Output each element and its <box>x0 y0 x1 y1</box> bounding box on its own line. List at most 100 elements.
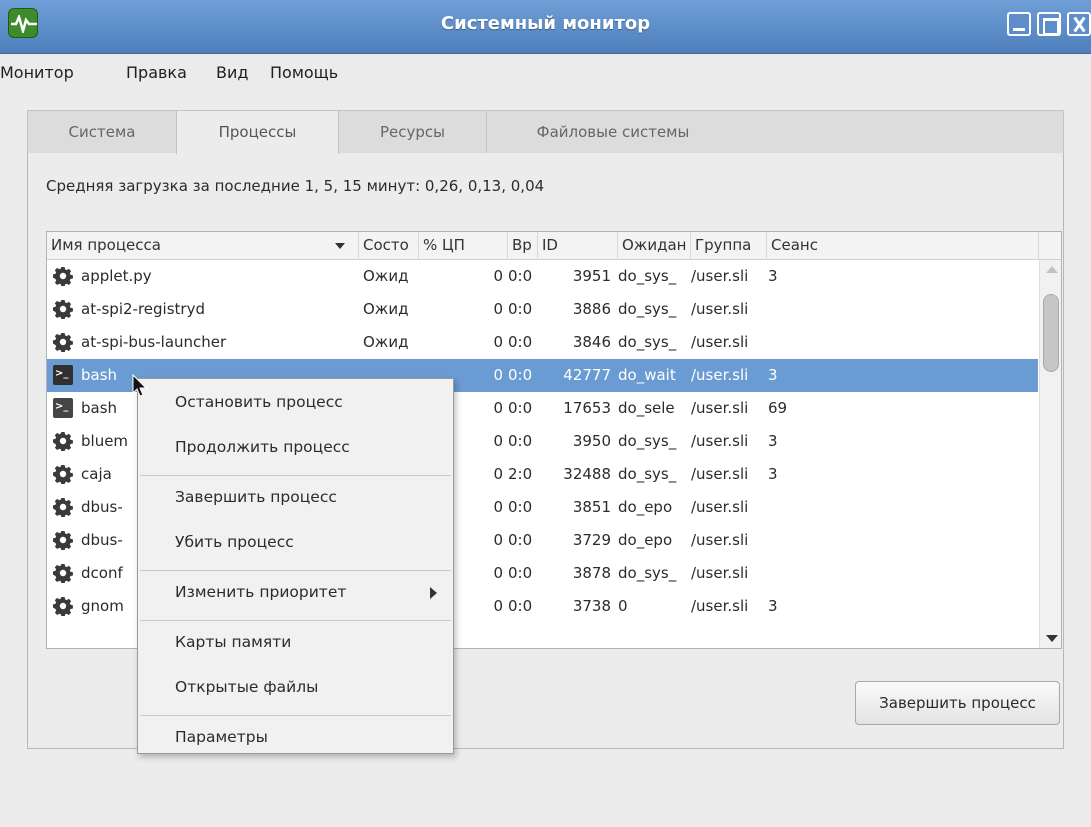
column-name-label: Имя процесса <box>51 236 161 254</box>
cell-time: 0:0 <box>508 333 533 351</box>
context-menu-item[interactable]: Карты памяти <box>138 623 453 663</box>
context-menu-item-label: Продолжить процесс <box>175 438 350 456</box>
cell-pid: 3950 <box>572 432 611 450</box>
cell-pid: 32488 <box>563 465 611 483</box>
gear-icon <box>53 464 73 485</box>
context-menu-item[interactable]: Продолжить процесс <box>138 428 453 468</box>
cell-session: 3 <box>768 366 778 384</box>
cell-group: /user.sli <box>691 267 749 285</box>
sort-down-icon <box>335 243 345 249</box>
gear-icon <box>53 596 73 617</box>
cell-time: 0:0 <box>508 267 533 285</box>
cell-pid: 3738 <box>572 597 611 615</box>
column-header-group[interactable]: Группа <box>691 232 767 260</box>
cell-pid: 3951 <box>572 267 611 285</box>
cell-state: Ожид <box>363 333 409 351</box>
terminal-icon: >_ <box>53 398 73 418</box>
column-header-name[interactable]: Имя процесса <box>47 232 359 260</box>
menu-bar: Монитор Правка Вид Помощь <box>0 54 1091 92</box>
context-menu-item[interactable]: Изменить приоритет <box>138 573 453 613</box>
gear-icon <box>53 497 73 518</box>
cell-session: 3 <box>768 465 778 483</box>
cell-group: /user.sli <box>691 399 749 417</box>
context-menu-item[interactable]: Убить процесс <box>138 523 453 563</box>
title-bar[interactable]: Системный монитор <box>0 0 1091 54</box>
load-average-label: Средняя загрузка за последние 1, 5, 15 м… <box>46 177 545 195</box>
column-header-session[interactable]: Сеанс <box>767 232 1039 260</box>
mouse-cursor-icon <box>132 374 148 397</box>
maximize-icon[interactable] <box>1037 12 1061 36</box>
cell-cpu: 0 <box>493 300 503 318</box>
table-row[interactable]: at-spi2-registryd Ожид 0 0:0 3886 do_sys_ /use… <box>47 293 1038 326</box>
close-icon[interactable] <box>1067 12 1091 36</box>
context-menu-item[interactable]: Параметры <box>138 718 453 758</box>
cell-wait: do_sys_ <box>618 465 677 483</box>
end-process-button[interactable]: Завершить процесс <box>855 681 1060 725</box>
cell-time: 0:0 <box>508 366 533 384</box>
cell-session: 69 <box>768 399 788 417</box>
table-row[interactable]: at-spi-bus-launcher Ожид 0 0:0 3846 do_sys_ /u… <box>47 326 1038 359</box>
window-title: Системный монитор <box>440 13 651 34</box>
scroll-up-icon[interactable] <box>1046 266 1058 273</box>
tab-system[interactable]: Система <box>27 110 177 153</box>
context-menu-item-label: Изменить приоритет <box>175 583 347 601</box>
cell-wait: do_sele <box>618 399 675 417</box>
cell-name: at-spi2-registryd <box>81 300 205 318</box>
cell-time: 0:0 <box>508 498 533 516</box>
menu-edit[interactable]: Правка <box>126 63 187 82</box>
column-header-cpu[interactable]: % ЦП <box>419 232 508 260</box>
cell-name: applet.py <box>81 267 152 285</box>
cell-wait: do_wait <box>618 366 676 384</box>
tab-processes[interactable]: Процессы <box>176 110 339 154</box>
context-menu-item[interactable]: Остановить процесс <box>138 383 453 423</box>
context-menu-item-label: Убить процесс <box>175 533 294 551</box>
cell-wait: do_sys_ <box>618 267 677 285</box>
menu-separator <box>140 715 451 716</box>
scrollbar-thumb[interactable] <box>1043 294 1059 372</box>
column-header-state[interactable]: Состо <box>359 232 419 260</box>
context-menu-item-label: Карты памяти <box>175 633 292 651</box>
table-row[interactable]: applet.py Ожид 0 0:0 3951 do_sys_ /user.sli 3 <box>47 260 1038 293</box>
tab-resources[interactable]: Ресурсы <box>338 110 487 153</box>
scroll-down-icon[interactable] <box>1046 635 1058 642</box>
context-menu-item-label: Остановить процесс <box>175 393 343 411</box>
context-menu-item[interactable]: Завершить процесс <box>138 478 453 518</box>
cell-session: 3 <box>768 597 778 615</box>
menu-help[interactable]: Помощь <box>270 63 338 82</box>
cell-name: at-spi-bus-launcher <box>81 333 227 351</box>
vertical-scrollbar[interactable] <box>1039 260 1061 648</box>
cell-cpu: 0 <box>493 333 503 351</box>
submenu-arrow-icon <box>430 587 437 599</box>
cell-group: /user.sli <box>691 597 749 615</box>
gear-icon <box>53 332 73 353</box>
cell-pid: 3886 <box>572 300 611 318</box>
menu-separator <box>140 570 451 571</box>
cell-pid: 42777 <box>563 366 611 384</box>
tab-filesystems[interactable]: Файловые системы <box>486 110 740 153</box>
menu-monitor[interactable]: Монитор <box>0 63 74 82</box>
cell-session: 3 <box>768 432 778 450</box>
cell-wait: 0 <box>618 597 628 615</box>
column-header-wait[interactable]: Ожидан <box>618 232 691 260</box>
column-header-id[interactable]: ID <box>538 232 618 260</box>
gear-icon <box>53 530 73 551</box>
context-menu-item[interactable]: Открытые файлы <box>138 668 453 708</box>
column-header-time[interactable]: Вр <box>508 232 538 260</box>
minimize-icon[interactable] <box>1007 12 1031 36</box>
context-menu: Остановить процесс Продолжить процесс Заве… <box>137 378 454 754</box>
cell-group: /user.sli <box>691 465 749 483</box>
menu-separator <box>140 475 451 476</box>
gear-icon <box>53 299 73 320</box>
gear-icon <box>53 431 73 452</box>
cell-wait: do_sys_ <box>618 300 677 318</box>
menu-separator <box>140 620 451 621</box>
cell-wait: do_epo <box>618 531 673 549</box>
gear-icon <box>53 266 73 287</box>
cell-group: /user.sli <box>691 300 749 318</box>
cell-group: /user.sli <box>691 333 749 351</box>
cell-group: /user.sli <box>691 432 749 450</box>
cell-pid: 3851 <box>572 498 611 516</box>
menu-view[interactable]: Вид <box>216 63 248 82</box>
cell-group: /user.sli <box>691 564 749 582</box>
cell-time: 0:0 <box>508 564 533 582</box>
